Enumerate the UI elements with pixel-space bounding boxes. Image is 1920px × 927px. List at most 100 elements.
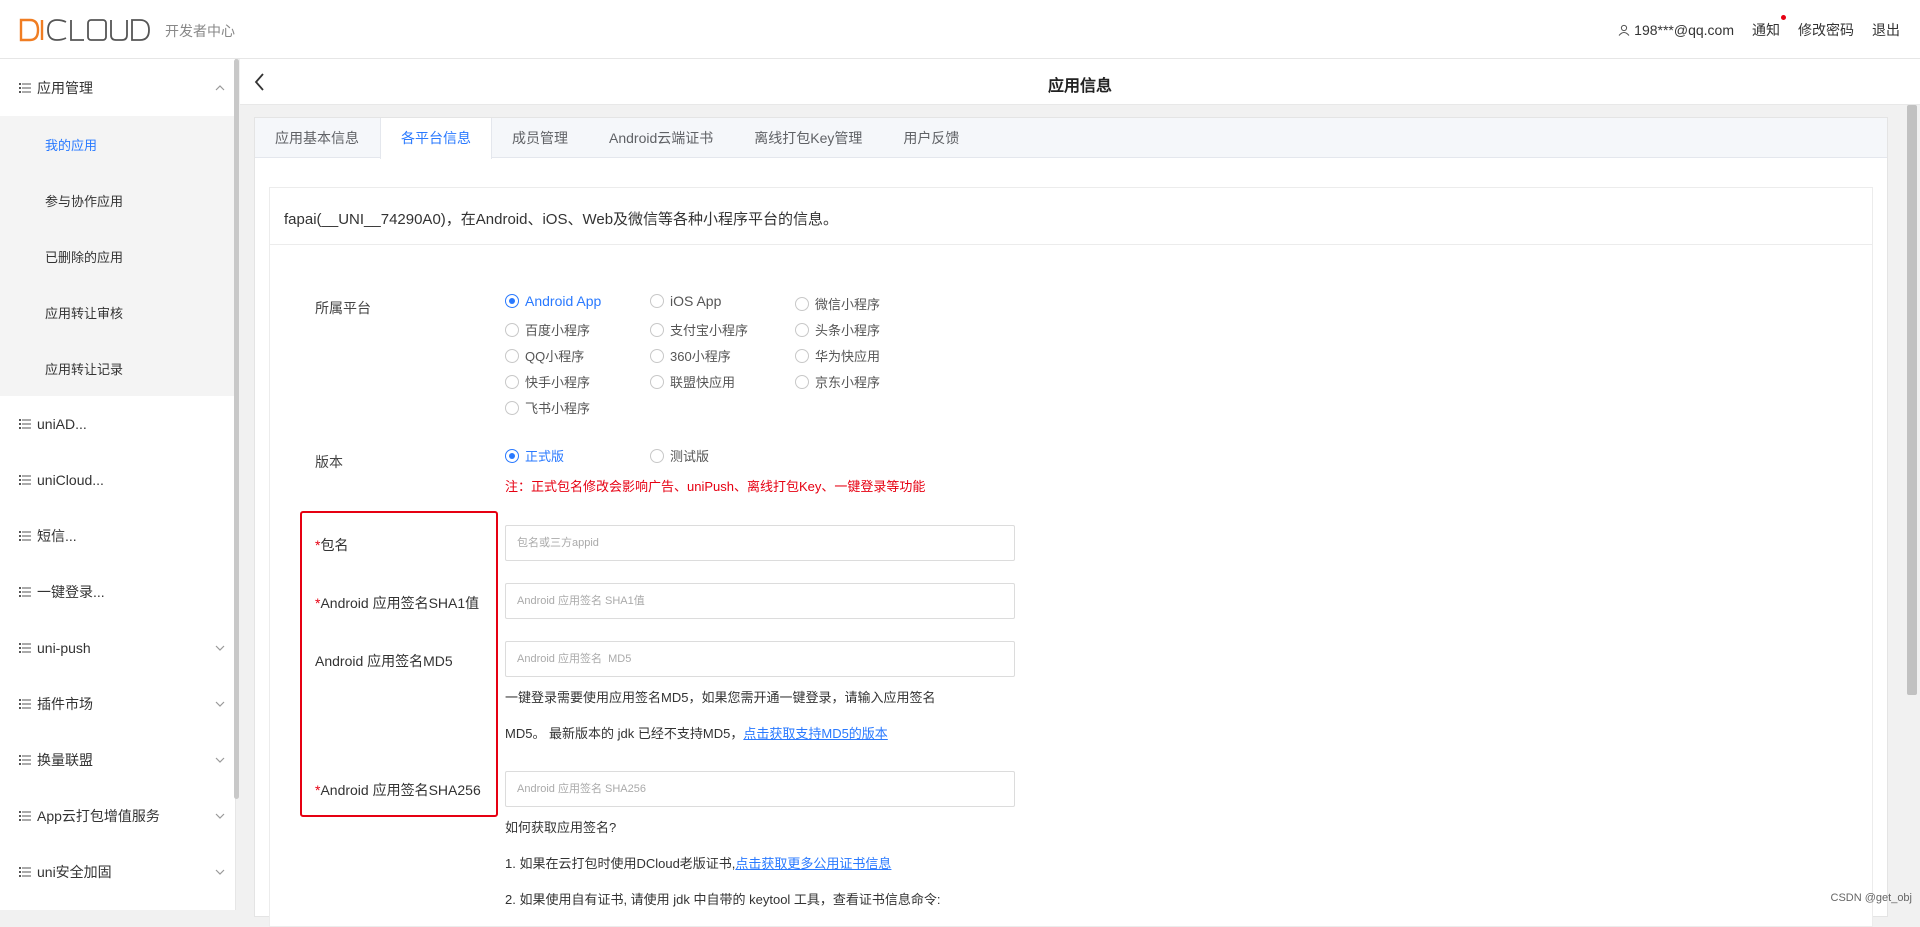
- main-scrollbar[interactable]: [1907, 105, 1917, 695]
- sidebar-item-my-apps[interactable]: 我的应用: [0, 116, 236, 172]
- radio-feishu-mp[interactable]: 飞书小程序: [505, 398, 590, 417]
- radio-circle: [505, 349, 519, 363]
- tab-offline-key[interactable]: 离线打包Key管理: [734, 118, 883, 158]
- radio-label: QQ小程序: [525, 346, 584, 365]
- logout-link[interactable]: 退出: [1872, 20, 1900, 40]
- radio-alipay-mp[interactable]: 支付宝小程序: [650, 320, 748, 339]
- sha1-input[interactable]: [505, 583, 1015, 619]
- radio-circle: [795, 349, 809, 363]
- radio-circle: [505, 323, 519, 337]
- radio-ios-app[interactable]: iOS App: [650, 293, 721, 309]
- watermark: CSDN @get_obj: [1831, 892, 1912, 904]
- logo-subtitle: 开发者中心: [165, 21, 235, 41]
- radio-circle: [505, 449, 519, 463]
- dcloud-logo[interactable]: [18, 17, 158, 43]
- chevron-down-icon: [214, 866, 226, 878]
- user-account[interactable]: 198***@qq.com: [1618, 22, 1734, 38]
- sidebar-item-label: 一键登录...: [37, 582, 105, 602]
- radio-baidu-mp[interactable]: 百度小程序: [505, 320, 590, 339]
- sidebar-item-app-manage[interactable]: 应用管理: [0, 60, 236, 116]
- sidebar-item-security[interactable]: uni安全加固: [0, 844, 236, 900]
- sidebar-item-transfer-record[interactable]: 应用转让记录: [0, 340, 236, 396]
- list-icon: [19, 811, 31, 821]
- list-icon: [19, 699, 31, 709]
- sidebar-item-plugin-market[interactable]: 插件市场: [0, 676, 236, 732]
- tab-platform-info[interactable]: 各平台信息: [380, 118, 492, 159]
- chevron-up-icon: [214, 82, 226, 94]
- package-input[interactable]: [505, 525, 1015, 561]
- radio-360-mp[interactable]: 360小程序: [650, 346, 731, 365]
- radio-qq-mp[interactable]: QQ小程序: [505, 346, 584, 365]
- radio-circle: [505, 401, 519, 415]
- how-to-step1: 1. 如果在云打包时使用DCloud老版证书,点击获取更多公用证书信息: [505, 853, 891, 872]
- chevron-down-icon: [214, 754, 226, 766]
- platform-label: 所属平台: [315, 298, 371, 318]
- notify-label: 通知: [1752, 22, 1780, 38]
- radio-release[interactable]: 正式版: [505, 446, 564, 465]
- radio-label: iOS App: [670, 293, 721, 309]
- sha256-label-text: Android 应用签名SHA256: [320, 782, 480, 798]
- radio-android-app[interactable]: Android App: [505, 293, 601, 309]
- tab-feedback[interactable]: 用户反馈: [883, 118, 980, 158]
- sidebar-item-sms[interactable]: 短信...: [0, 508, 236, 564]
- radio-label: 百度小程序: [525, 320, 590, 339]
- content-card: 应用基本信息 各平台信息 成员管理 Android云端证书 离线打包Key管理 …: [254, 117, 1888, 917]
- list-icon: [19, 587, 31, 597]
- sidebar: 应用管理 我的应用 参与协作应用 已删除的应用 应用转让审核 应用转让记录 un…: [0, 59, 236, 910]
- sidebar-item-collab-apps[interactable]: 参与协作应用: [0, 172, 236, 228]
- user-icon: [1618, 24, 1630, 36]
- sidebar-item-label: 换量联盟: [37, 750, 93, 770]
- sidebar-item-unicloud[interactable]: uniCloud...: [0, 452, 236, 508]
- sidebar-item-deleted-apps[interactable]: 已删除的应用: [0, 228, 236, 284]
- list-icon: [19, 83, 31, 93]
- page-title: 应用信息: [240, 72, 1920, 96]
- radio-huawei-quickapp[interactable]: 华为快应用: [795, 346, 880, 365]
- radio-jd-mp[interactable]: 京东小程序: [795, 372, 880, 391]
- radio-label: 支付宝小程序: [670, 320, 748, 339]
- tab-android-cert[interactable]: Android云端证书: [589, 118, 734, 158]
- sha256-label: *Android 应用签名SHA256: [315, 780, 481, 800]
- sidebar-item-cloud-build[interactable]: App云打包增值服务: [0, 788, 236, 844]
- radio-kuaishou-mp[interactable]: 快手小程序: [505, 372, 590, 391]
- chevron-down-icon: [214, 698, 226, 710]
- sidebar-item-one-click-login[interactable]: 一键登录...: [0, 564, 236, 620]
- package-label-text: 包名: [320, 537, 348, 553]
- tab-members[interactable]: 成员管理: [492, 118, 589, 158]
- change-password-link[interactable]: 修改密码: [1798, 20, 1854, 40]
- radio-circle: [650, 323, 664, 337]
- md5-input[interactable]: [505, 641, 1015, 677]
- notify-link[interactable]: 通知: [1752, 20, 1780, 40]
- sha1-label: *Android 应用签名SHA1值: [315, 593, 479, 613]
- package-label: *包名: [315, 535, 348, 555]
- radio-circle: [505, 375, 519, 389]
- sidebar-item-traffic-union[interactable]: 换量联盟: [0, 732, 236, 788]
- sidebar-item-label: uni-push: [37, 640, 91, 656]
- radio-wechat-mp[interactable]: 微信小程序: [795, 294, 880, 313]
- radio-circle: [505, 294, 519, 308]
- sidebar-scrollbar[interactable]: [234, 59, 239, 799]
- sha256-input[interactable]: [505, 771, 1015, 807]
- sidebar-item-uni-push[interactable]: uni-push: [0, 620, 236, 676]
- chevron-down-icon: [214, 642, 226, 654]
- radio-label: 测试版: [670, 446, 709, 465]
- radio-label: 快手小程序: [525, 372, 590, 391]
- sidebar-item-uniad[interactable]: uniAD...: [0, 396, 236, 452]
- sidebar-item-transfer-review[interactable]: 应用转让审核: [0, 284, 236, 340]
- radio-circle: [795, 375, 809, 389]
- submenu-app-manage: 我的应用 参与协作应用 已删除的应用 应用转让审核 应用转让记录: [0, 116, 236, 396]
- list-icon: [19, 867, 31, 877]
- version-note: 注：正式包名修改会影响广告、uniPush、离线打包Key、一键登录等功能: [505, 476, 925, 495]
- public-cert-link[interactable]: 点击获取更多公用证书信息: [735, 856, 891, 871]
- sidebar-item-label: 短信...: [37, 526, 77, 546]
- radio-circle: [650, 375, 664, 389]
- md5-version-link[interactable]: 点击获取支持MD5的版本: [743, 726, 887, 741]
- list-icon: [19, 531, 31, 541]
- tab-basic-info[interactable]: 应用基本信息: [255, 118, 380, 158]
- radio-circle: [650, 294, 664, 308]
- radio-test[interactable]: 测试版: [650, 446, 709, 465]
- user-nav: 198***@qq.com 通知 修改密码 退出: [1600, 20, 1900, 40]
- radio-union-quickapp[interactable]: 联盟快应用: [650, 372, 735, 391]
- how-to-step2: 2. 如果使用自有证书, 请使用 jdk 中自带的 keytool 工具，查看证…: [505, 889, 941, 908]
- sha1-label-text: Android 应用签名SHA1值: [320, 595, 479, 611]
- radio-toutiao-mp[interactable]: 头条小程序: [795, 320, 880, 339]
